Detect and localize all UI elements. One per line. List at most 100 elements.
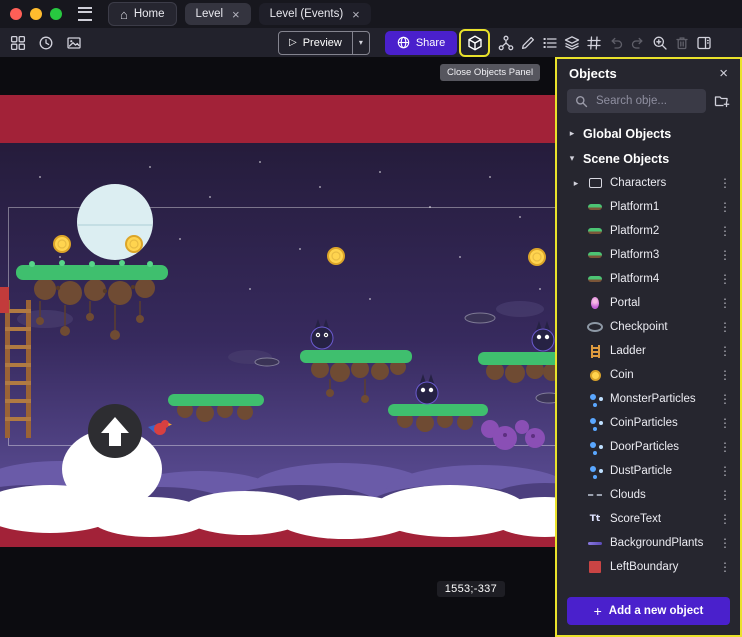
kebab-menu-icon[interactable]: ⋮ bbox=[717, 512, 733, 526]
kebab-menu-icon[interactable]: ⋮ bbox=[717, 296, 733, 310]
objects-panel: Objects × ▸ Global Objects ▾ Scene Objec… bbox=[555, 57, 742, 637]
object-row[interactable]: ▸ LeftBoundary ⋮ bbox=[557, 555, 740, 579]
object-row[interactable]: ▸ Platform4 ⋮ bbox=[557, 267, 740, 291]
kebab-menu-icon[interactable]: ⋮ bbox=[717, 224, 733, 238]
export-image-icon[interactable] bbox=[64, 30, 83, 55]
kebab-menu-icon[interactable]: ⋮ bbox=[717, 488, 733, 502]
menu-icon[interactable] bbox=[78, 7, 92, 21]
toolbar: ▷ Preview ▾ Share bbox=[0, 28, 742, 58]
object-row[interactable]: ▸ DustParticle ⋮ bbox=[557, 459, 740, 483]
object-label: Platform4 bbox=[610, 273, 710, 285]
group-scene-objects[interactable]: ▾ Scene Objects bbox=[557, 146, 740, 171]
object-label: DustParticle bbox=[610, 465, 710, 477]
cursor-coordinates: 1553;-337 bbox=[437, 581, 505, 597]
home-icon: ⌂ bbox=[120, 7, 128, 22]
search-box[interactable] bbox=[567, 89, 706, 113]
object-label: DoorParticles bbox=[610, 441, 710, 453]
grid-icon[interactable] bbox=[584, 30, 603, 55]
kebab-menu-icon[interactable]: ⋮ bbox=[717, 176, 733, 190]
tab-home[interactable]: ⌂ Home bbox=[108, 2, 177, 26]
kebab-menu-icon[interactable]: ⋮ bbox=[717, 536, 733, 550]
top-boundary-object[interactable] bbox=[0, 95, 555, 143]
search-icon bbox=[575, 95, 588, 108]
kebab-menu-icon[interactable]: ⋮ bbox=[717, 464, 733, 478]
zoom-icon[interactable] bbox=[650, 30, 669, 55]
close-tab-icon[interactable]: × bbox=[352, 7, 360, 22]
object-row[interactable]: ▸ Clouds ⋮ bbox=[557, 483, 740, 507]
particles-icon bbox=[587, 463, 603, 479]
scene-canvas[interactable]: 1553;-337 bbox=[0, 57, 555, 637]
object-row[interactable]: ▸ Coin ⋮ bbox=[557, 363, 740, 387]
maximize-window-button[interactable] bbox=[50, 8, 62, 20]
undo-icon[interactable] bbox=[606, 30, 625, 55]
redo-icon[interactable] bbox=[628, 30, 647, 55]
project-manager-icon[interactable] bbox=[8, 30, 27, 55]
search-input[interactable] bbox=[594, 94, 698, 108]
add-object-button[interactable]: + Add a new object bbox=[567, 597, 730, 625]
object-label: BackgroundPlants bbox=[610, 537, 710, 549]
object-row[interactable]: ▸ CoinParticles ⋮ bbox=[557, 411, 740, 435]
kebab-menu-icon[interactable]: ⋮ bbox=[717, 368, 733, 382]
preview-button[interactable]: ▷ Preview ▾ bbox=[278, 31, 370, 55]
object-row[interactable]: ▸ BackgroundPlants ⋮ bbox=[557, 531, 740, 555]
object-label: Clouds bbox=[610, 489, 710, 501]
kebab-menu-icon[interactable]: ⋮ bbox=[717, 320, 733, 334]
leftboundary-icon bbox=[587, 559, 603, 575]
close-tab-icon[interactable]: × bbox=[232, 7, 240, 22]
object-row[interactable]: ▸ Ladder ⋮ bbox=[557, 339, 740, 363]
object-row[interactable]: ▸ Portal ⋮ bbox=[557, 291, 740, 315]
kebab-menu-icon[interactable]: ⋮ bbox=[717, 248, 733, 262]
object-label: Characters bbox=[610, 177, 710, 189]
kebab-menu-icon[interactable]: ⋮ bbox=[717, 392, 733, 406]
jump-arrow-object[interactable] bbox=[88, 404, 142, 458]
kebab-menu-icon[interactable]: ⋮ bbox=[717, 272, 733, 286]
clouds-icon bbox=[587, 487, 603, 503]
scene-properties-icon[interactable] bbox=[694, 30, 713, 55]
kebab-menu-icon[interactable]: ⋮ bbox=[717, 200, 733, 214]
object-groups-icon[interactable] bbox=[496, 30, 515, 55]
share-button[interactable]: Share bbox=[385, 31, 457, 55]
object-row[interactable]: ▸ Platform1 ⋮ bbox=[557, 195, 740, 219]
close-window-button[interactable] bbox=[10, 8, 22, 20]
object-label: MonsterParticles bbox=[610, 393, 710, 405]
tab-label: Home bbox=[134, 8, 165, 20]
tab-level-events[interactable]: Level (Events) × bbox=[259, 3, 371, 25]
group-arrow chevron-icon[interactable]: ▾ bbox=[567, 153, 577, 164]
object-row[interactable]: ▸ Platform3 ⋮ bbox=[557, 243, 740, 267]
object-row[interactable]: ▸ Checkpoint ⋮ bbox=[557, 315, 740, 339]
backgroundplants-icon bbox=[587, 535, 603, 551]
object-label: Checkpoint bbox=[610, 321, 710, 333]
share-label: Share bbox=[416, 37, 445, 49]
object-row[interactable]: ▸ Characters ⋮ bbox=[557, 171, 740, 195]
kebab-menu-icon[interactable]: ⋮ bbox=[717, 440, 733, 454]
object-row[interactable]: ▸ ScoreText ⋮ bbox=[557, 507, 740, 531]
left-boundary-object[interactable] bbox=[0, 287, 9, 313]
object-row[interactable]: ▸ MonsterParticles ⋮ bbox=[557, 387, 740, 411]
group-arrow chevron-icon[interactable]: ▸ bbox=[567, 128, 577, 139]
minimize-window-button[interactable] bbox=[30, 8, 42, 20]
object-row-arrow chevron-icon[interactable]: ▸ bbox=[572, 178, 580, 189]
layers-icon[interactable] bbox=[562, 30, 581, 55]
edit-icon[interactable] bbox=[518, 30, 537, 55]
particles-icon bbox=[587, 415, 603, 431]
portal-icon bbox=[587, 295, 603, 311]
preview-dropdown[interactable]: ▾ bbox=[352, 32, 369, 54]
history-icon[interactable] bbox=[36, 30, 55, 55]
tab-label: Level bbox=[196, 8, 224, 20]
close-panel-icon[interactable]: × bbox=[719, 66, 728, 81]
object-row[interactable]: ▸ DoorParticles ⋮ bbox=[557, 435, 740, 459]
checkpoint-icon bbox=[587, 319, 603, 335]
object-row[interactable]: ▸ Platform2 ⋮ bbox=[557, 219, 740, 243]
kebab-menu-icon[interactable]: ⋮ bbox=[717, 560, 733, 574]
play-icon: ▷ bbox=[289, 37, 297, 48]
folder-icon bbox=[587, 175, 603, 191]
object-label: CoinParticles bbox=[610, 417, 710, 429]
objects-panel-icon[interactable] bbox=[467, 30, 483, 55]
kebab-menu-icon[interactable]: ⋮ bbox=[717, 344, 733, 358]
events-list-icon[interactable] bbox=[540, 30, 559, 55]
tab-level[interactable]: Level × bbox=[185, 3, 251, 25]
add-folder-icon[interactable] bbox=[714, 93, 730, 109]
group-global-objects[interactable]: ▸ Global Objects bbox=[557, 121, 740, 146]
trash-icon[interactable] bbox=[672, 30, 691, 55]
kebab-menu-icon[interactable]: ⋮ bbox=[717, 416, 733, 430]
